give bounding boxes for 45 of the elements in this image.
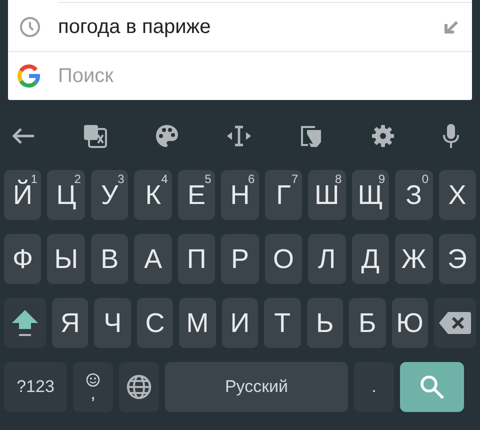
letter-key[interactable]: Б <box>349 298 386 348</box>
letter-key[interactable]: С <box>136 298 174 348</box>
letter-key[interactable]: А <box>134 234 172 284</box>
cursor-icon[interactable] <box>226 124 252 148</box>
backspace-icon <box>438 312 471 334</box>
letter-key[interactable]: Ч <box>94 298 131 348</box>
palette-icon[interactable] <box>154 124 179 148</box>
shift-key[interactable] <box>4 298 46 348</box>
letter-key[interactable]: Ь <box>306 298 344 348</box>
emoji-key[interactable]: , <box>73 362 113 412</box>
letter-key[interactable]: Т <box>264 298 301 348</box>
google-logo-icon <box>17 64 41 88</box>
letter-key[interactable]: Ю <box>392 298 428 348</box>
letter-key[interactable]: Ф <box>4 234 42 284</box>
letter-key[interactable]: И <box>222 298 258 348</box>
letter-key[interactable]: Э <box>438 234 476 284</box>
letter-key[interactable]: Х <box>438 170 476 220</box>
language-key[interactable] <box>119 362 159 412</box>
period-key[interactable]: . <box>354 362 394 412</box>
clock-icon <box>19 16 41 38</box>
letter-key[interactable]: В <box>90 234 128 284</box>
letter-key[interactable]: Ы <box>47 234 85 284</box>
symbols-key[interactable]: ?123 <box>4 362 67 412</box>
back-arrow-icon[interactable] <box>10 126 36 146</box>
settings-icon[interactable] <box>370 124 395 148</box>
letter-key[interactable]: Я <box>52 298 88 348</box>
search-field[interactable]: Поиск <box>58 64 472 88</box>
clipboard-icon[interactable] <box>299 124 324 148</box>
letter-key[interactable]: М <box>179 298 216 348</box>
space-key[interactable]: Русский <box>165 362 348 412</box>
translate-icon[interactable] <box>83 124 108 148</box>
letter-key[interactable]: Л <box>308 234 346 284</box>
globe-icon <box>126 374 152 400</box>
arrow-icon[interactable] <box>444 20 458 34</box>
smiley-icon <box>86 373 100 387</box>
letter-key[interactable]: Ж <box>395 234 433 284</box>
backspace-key[interactable] <box>434 298 476 348</box>
search-icon <box>419 374 445 400</box>
microphone-icon[interactable] <box>442 123 460 149</box>
suggestion-text[interactable]: погода в париже <box>58 16 444 38</box>
letter-key[interactable]: П <box>178 234 216 284</box>
letter-key[interactable]: О <box>264 234 302 284</box>
letter-key[interactable]: Р <box>221 234 259 284</box>
shift-icon <box>10 308 40 338</box>
letter-key[interactable]: Д <box>352 234 390 284</box>
